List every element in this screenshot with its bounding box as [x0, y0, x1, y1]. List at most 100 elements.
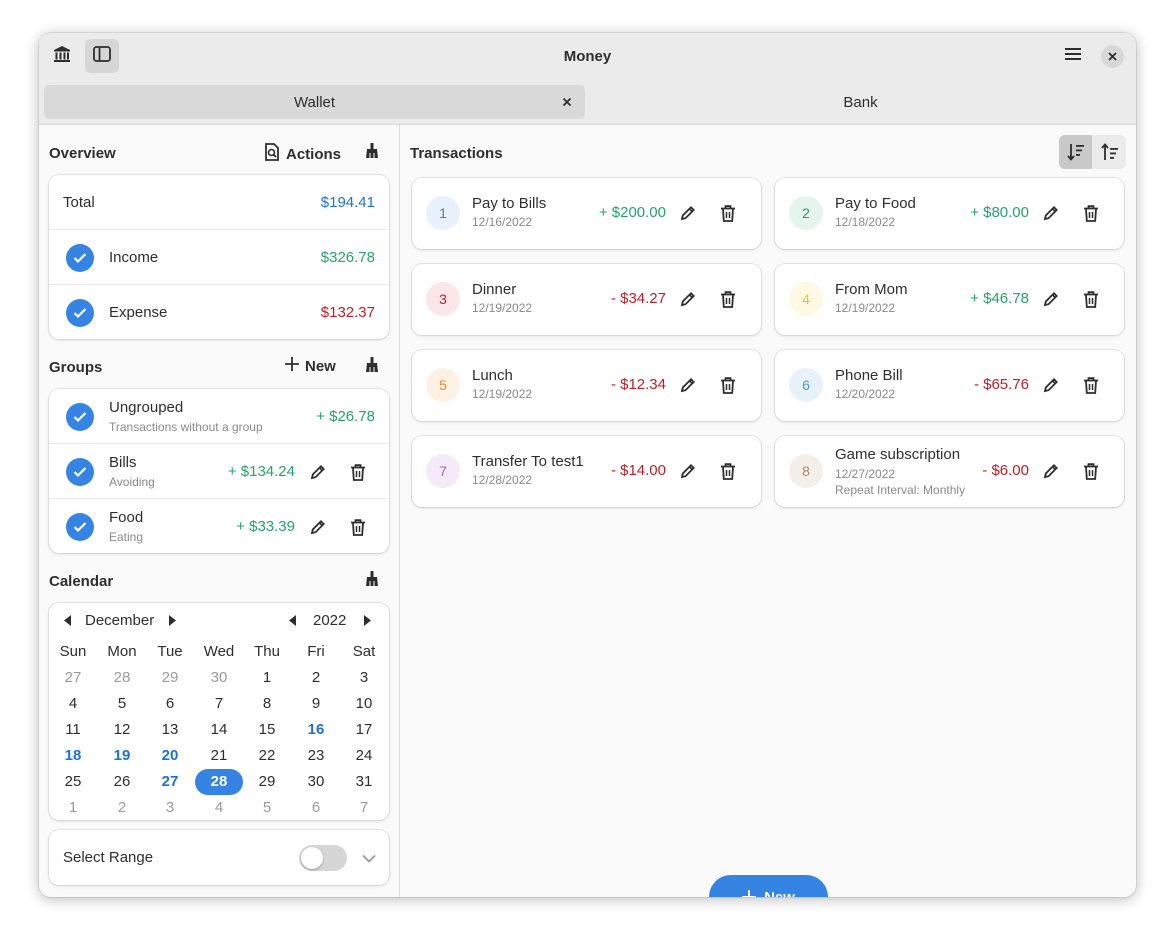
- calendar-day[interactable]: 10: [340, 691, 388, 717]
- edit-transaction-button[interactable]: [678, 461, 698, 481]
- calendar-day[interactable]: 30: [195, 665, 243, 691]
- transaction-card[interactable]: 6 Phone Bill 12/20/2022 - $65.76: [775, 350, 1124, 421]
- delete-transaction-button[interactable]: [718, 289, 738, 309]
- select-range-switch[interactable]: [299, 845, 347, 871]
- group-checkbox[interactable]: [66, 403, 94, 431]
- month-selector: December: [61, 603, 191, 637]
- delete-transaction-button[interactable]: [718, 461, 738, 481]
- main-menu-button[interactable]: [1056, 39, 1090, 73]
- expense-checkbox[interactable]: [66, 299, 94, 327]
- transaction-card[interactable]: 1 Pay to Bills 12/16/2022 + $200.00: [412, 178, 761, 249]
- calendar-day[interactable]: 17: [340, 717, 388, 743]
- calendar-day[interactable]: 13: [146, 717, 194, 743]
- sort-ascending-button[interactable]: [1093, 135, 1126, 169]
- calendar-day[interactable]: 31: [340, 769, 388, 795]
- calendar-day-selected[interactable]: 28: [195, 769, 243, 795]
- calendar-day[interactable]: 4: [195, 795, 243, 821]
- calendar-day[interactable]: 1: [243, 665, 291, 691]
- calendar-day[interactable]: 28: [98, 665, 146, 691]
- calendar-day[interactable]: 3: [340, 665, 388, 691]
- calendar-day[interactable]: 4: [49, 691, 97, 717]
- edit-transaction-button[interactable]: [678, 203, 698, 223]
- transaction-card[interactable]: 8 Game subscription 12/27/2022 Repeat Inter…: [775, 436, 1124, 507]
- calendar-day[interactable]: 3: [146, 795, 194, 821]
- edit-transaction-button[interactable]: [1041, 375, 1061, 395]
- tab-close-button[interactable]: [559, 94, 575, 110]
- group-description: Eating: [109, 530, 144, 544]
- calendar-reset-button[interactable]: [362, 571, 382, 591]
- delete-transaction-button[interactable]: [1081, 461, 1101, 481]
- calendar-day[interactable]: 30: [292, 769, 340, 795]
- transaction-date: 12/18/2022: [835, 215, 896, 229]
- calendar-day[interactable]: 12: [98, 717, 146, 743]
- groups-reset-button[interactable]: [362, 357, 382, 377]
- transaction-card[interactable]: 3 Dinner 12/19/2022 - $34.27: [412, 264, 761, 335]
- calendar-day[interactable]: 5: [243, 795, 291, 821]
- edit-group-button[interactable]: [308, 517, 328, 537]
- previous-month-button[interactable]: [61, 614, 73, 626]
- delete-transaction-button[interactable]: [1081, 375, 1101, 395]
- calendar-day[interactable]: 2: [98, 795, 146, 821]
- calendar-day[interactable]: 29: [243, 769, 291, 795]
- calendar-day[interactable]: 22: [243, 743, 291, 769]
- calendar-day[interactable]: 5: [98, 691, 146, 717]
- calendar-day[interactable]: 11: [49, 717, 97, 743]
- sort-descending-button[interactable]: [1059, 135, 1092, 169]
- edit-transaction-button[interactable]: [678, 375, 698, 395]
- calendar-day[interactable]: 26: [98, 769, 146, 795]
- transaction-card[interactable]: 5 Lunch 12/19/2022 - $12.34: [412, 350, 761, 421]
- delete-transaction-button[interactable]: [718, 375, 738, 395]
- calendar-day[interactable]: 21: [195, 743, 243, 769]
- trash-icon: [1084, 290, 1098, 308]
- group-checkbox[interactable]: [66, 513, 94, 541]
- income-checkbox[interactable]: [66, 244, 94, 272]
- window-close-button[interactable]: [1101, 45, 1124, 68]
- calendar-day[interactable]: 6: [292, 795, 340, 821]
- calendar-day[interactable]: 23: [292, 743, 340, 769]
- overview-reset-button[interactable]: [362, 143, 382, 163]
- edit-transaction-button[interactable]: [678, 289, 698, 309]
- pencil-icon: [310, 520, 325, 535]
- calendar-day[interactable]: 6: [146, 691, 194, 717]
- calendar-day[interactable]: 15: [243, 717, 291, 743]
- calendar-day[interactable]: 1: [49, 795, 97, 821]
- calendar-day[interactable]: 19: [98, 743, 146, 769]
- transaction-card[interactable]: 2 Pay to Food 12/18/2022 + $80.00: [775, 178, 1124, 249]
- calendar-day[interactable]: 27: [146, 769, 194, 795]
- calendar-day[interactable]: 20: [146, 743, 194, 769]
- calendar-day[interactable]: 8: [243, 691, 291, 717]
- pencil-icon: [680, 464, 695, 479]
- calendar-day[interactable]: 29: [146, 665, 194, 691]
- next-year-button[interactable]: [361, 614, 373, 626]
- edit-transaction-button[interactable]: [1041, 203, 1061, 223]
- new-group-button[interactable]: New: [285, 357, 336, 375]
- calendar-day[interactable]: 7: [340, 795, 388, 821]
- actions-button[interactable]: Actions: [264, 143, 341, 165]
- group-checkbox[interactable]: [66, 458, 94, 486]
- calendar-day[interactable]: 18: [49, 743, 97, 769]
- transaction-card[interactable]: 7 Transfer To test1 12/28/2022- $14.00: [412, 436, 761, 507]
- edit-group-button[interactable]: [308, 462, 328, 482]
- new-transaction-button[interactable]: New: [709, 875, 828, 897]
- delete-transaction-button[interactable]: [718, 203, 738, 223]
- calendar-day[interactable]: 27: [49, 665, 97, 691]
- calendar-day[interactable]: 7: [195, 691, 243, 717]
- delete-transaction-button[interactable]: [1081, 289, 1101, 309]
- tab-bank[interactable]: Bank: [590, 85, 1131, 119]
- expand-range-button[interactable]: [359, 848, 379, 868]
- calendar-day[interactable]: 9: [292, 691, 340, 717]
- edit-transaction-button[interactable]: [1041, 461, 1061, 481]
- calendar-day[interactable]: 16: [292, 717, 340, 743]
- delete-transaction-button[interactable]: [1081, 203, 1101, 223]
- calendar-day[interactable]: 14: [195, 717, 243, 743]
- previous-year-button[interactable]: [286, 614, 298, 626]
- calendar-day[interactable]: 24: [340, 743, 388, 769]
- delete-group-button[interactable]: [348, 517, 368, 537]
- tab-wallet[interactable]: Wallet: [44, 85, 585, 119]
- calendar-day[interactable]: 2: [292, 665, 340, 691]
- calendar-day[interactable]: 25: [49, 769, 97, 795]
- next-month-button[interactable]: [166, 614, 178, 626]
- transaction-card[interactable]: 4 From Mom 12/19/2022 + $46.78: [775, 264, 1124, 335]
- edit-transaction-button[interactable]: [1041, 289, 1061, 309]
- delete-group-button[interactable]: [348, 462, 368, 482]
